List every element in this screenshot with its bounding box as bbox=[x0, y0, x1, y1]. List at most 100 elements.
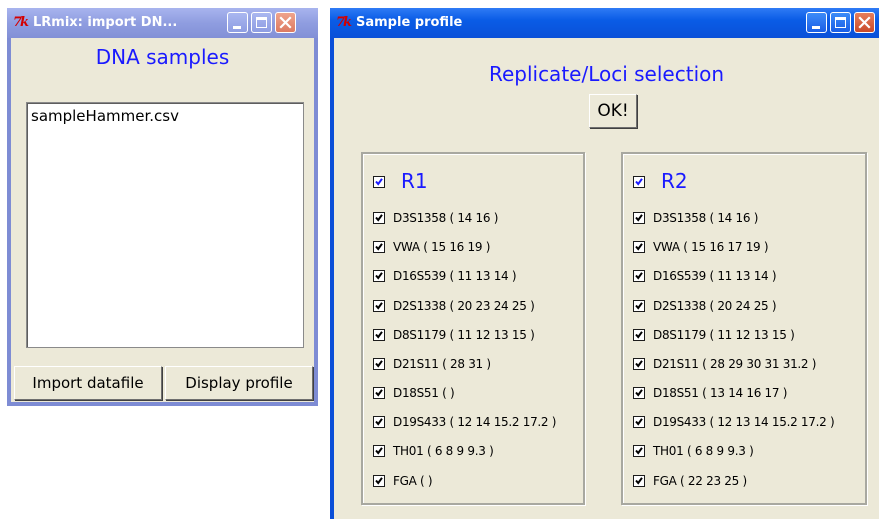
checkmark-icon bbox=[375, 447, 383, 455]
locus-checkbox[interactable] bbox=[373, 416, 385, 428]
checkmark-icon bbox=[635, 272, 643, 280]
replicate-label-r1: R1 bbox=[401, 169, 428, 193]
checkmark-icon bbox=[375, 243, 383, 251]
locus-row[interactable]: D16S539 ( 11 13 14 ) bbox=[373, 267, 578, 285]
locus-row[interactable]: D8S1179 ( 11 12 13 15 ) bbox=[633, 326, 861, 344]
replicate-group-r1: R1 D3S1358 ( 14 16 ) VWA ( 15 16 19 ) D1… bbox=[361, 152, 585, 505]
locus-row[interactable]: D2S1338 ( 20 23 24 25 ) bbox=[373, 297, 578, 315]
locus-row[interactable]: FGA ( ) bbox=[373, 472, 578, 490]
locus-row[interactable]: D3S1358 ( 14 16 ) bbox=[633, 209, 861, 227]
close-button[interactable] bbox=[854, 12, 875, 33]
locus-checkbox[interactable] bbox=[373, 329, 385, 341]
checkmark-icon bbox=[375, 418, 383, 426]
sample-profile-titlebar[interactable]: 7k Sample profile bbox=[330, 8, 879, 38]
locus-row[interactable]: D16S539 ( 11 13 14 ) bbox=[633, 267, 861, 285]
locus-row[interactable]: VWA ( 15 16 17 19 ) bbox=[633, 238, 861, 256]
locus-checkbox[interactable] bbox=[633, 270, 645, 282]
locus-checkbox[interactable] bbox=[373, 358, 385, 370]
minimize-icon bbox=[233, 26, 241, 29]
maximize-button[interactable] bbox=[830, 12, 851, 33]
locus-row[interactable]: D3S1358 ( 14 16 ) bbox=[373, 209, 578, 227]
display-profile-button[interactable]: Display profile bbox=[165, 366, 313, 400]
checkmark-icon bbox=[375, 360, 383, 368]
ok-button[interactable]: OK! bbox=[589, 94, 637, 128]
minimize-button[interactable] bbox=[806, 12, 827, 33]
locus-row[interactable]: VWA ( 15 16 19 ) bbox=[373, 238, 578, 256]
locus-checkbox[interactable] bbox=[633, 475, 645, 487]
locus-label: D18S51 ( ) bbox=[393, 386, 455, 400]
locus-checkbox[interactable] bbox=[633, 300, 645, 312]
locus-checkbox[interactable] bbox=[373, 387, 385, 399]
locus-row[interactable]: D21S11 ( 28 29 30 31 31.2 ) bbox=[633, 355, 861, 373]
locus-label: D2S1338 ( 20 23 24 25 ) bbox=[393, 299, 535, 313]
locus-row[interactable]: TH01 ( 6 8 9 9.3 ) bbox=[633, 442, 861, 460]
locus-row[interactable]: TH01 ( 6 8 9 9.3 ) bbox=[373, 442, 578, 460]
checkmark-icon bbox=[375, 477, 383, 485]
locus-checkbox[interactable] bbox=[633, 387, 645, 399]
locus-row[interactable]: D18S51 ( ) bbox=[373, 384, 578, 402]
locus-checkbox[interactable] bbox=[633, 445, 645, 457]
minimize-button[interactable] bbox=[227, 12, 248, 33]
checkmark-icon bbox=[635, 302, 643, 310]
close-icon bbox=[279, 16, 292, 29]
checkmark-icon bbox=[375, 214, 383, 222]
checkmark-icon bbox=[635, 447, 643, 455]
minimize-icon bbox=[812, 26, 820, 29]
dna-samples-heading: DNA samples bbox=[95, 45, 230, 69]
locus-row[interactable]: D21S11 ( 28 31 ) bbox=[373, 355, 578, 373]
list-item[interactable]: sampleHammer.csv bbox=[31, 107, 179, 125]
locus-checkbox[interactable] bbox=[373, 300, 385, 312]
locus-checkbox[interactable] bbox=[633, 241, 645, 253]
tk-feather-icon: 7k bbox=[13, 15, 29, 30]
locus-label: D19S433 ( 12 14 15.2 17.2 ) bbox=[393, 415, 557, 429]
locus-label: D16S539 ( 11 13 14 ) bbox=[653, 269, 777, 283]
locus-checkbox[interactable] bbox=[633, 212, 645, 224]
locus-label: VWA ( 15 16 17 19 ) bbox=[653, 240, 769, 254]
locus-checkbox[interactable] bbox=[373, 475, 385, 487]
locus-label: D21S11 ( 28 31 ) bbox=[393, 357, 491, 371]
locus-checkbox[interactable] bbox=[633, 416, 645, 428]
checkmark-icon bbox=[635, 360, 643, 368]
locus-row[interactable]: D19S433 ( 12 14 15.2 17.2 ) bbox=[373, 413, 578, 431]
close-icon bbox=[858, 16, 871, 29]
locus-checkbox[interactable] bbox=[373, 270, 385, 282]
checkmark-icon bbox=[635, 214, 643, 222]
locus-row[interactable]: D19S433 ( 12 13 14 15.2 17.2 ) bbox=[633, 413, 861, 431]
locus-label: D18S51 ( 13 14 16 17 ) bbox=[653, 386, 788, 400]
locus-row[interactable]: FGA ( 22 23 25 ) bbox=[633, 472, 861, 490]
locus-checkbox[interactable] bbox=[633, 329, 645, 341]
import-datafile-button[interactable]: Import datafile bbox=[14, 366, 162, 400]
checkmark-icon bbox=[375, 302, 383, 310]
sample-profile-title: Sample profile bbox=[356, 15, 463, 30]
maximize-icon bbox=[256, 17, 267, 28]
close-button[interactable] bbox=[275, 12, 296, 33]
locus-checkbox[interactable] bbox=[373, 241, 385, 253]
locus-checkbox[interactable] bbox=[373, 212, 385, 224]
import-window: 7k LRmix: import DN... DNA samples sampl… bbox=[7, 8, 318, 406]
replicate-checkbox-r2[interactable] bbox=[633, 176, 645, 188]
checkmark-icon bbox=[635, 178, 643, 186]
checkmark-icon bbox=[375, 389, 383, 397]
locus-row[interactable]: D8S1179 ( 11 12 13 15 ) bbox=[373, 326, 578, 344]
replicate-loci-heading: Replicate/Loci selection bbox=[488, 62, 725, 86]
locus-label: D2S1338 ( 20 24 25 ) bbox=[653, 299, 777, 313]
locus-row[interactable]: D2S1338 ( 20 24 25 ) bbox=[633, 297, 861, 315]
locus-checkbox[interactable] bbox=[633, 358, 645, 370]
replicate-checkbox-r1[interactable] bbox=[373, 176, 385, 188]
locus-label: TH01 ( 6 8 9 9.3 ) bbox=[393, 444, 494, 458]
checkmark-icon bbox=[635, 389, 643, 397]
import-window-titlebar[interactable]: 7k LRmix: import DN... bbox=[7, 8, 318, 38]
locus-label: D3S1358 ( 14 16 ) bbox=[393, 211, 499, 225]
replicate-label-r2: R2 bbox=[661, 169, 688, 193]
sample-file-list[interactable]: sampleHammer.csv bbox=[26, 102, 304, 348]
locus-label: D3S1358 ( 14 16 ) bbox=[653, 211, 759, 225]
locus-row[interactable]: D18S51 ( 13 14 16 17 ) bbox=[633, 384, 861, 402]
locus-label: VWA ( 15 16 19 ) bbox=[393, 240, 491, 254]
locus-label: D8S1179 ( 11 12 13 15 ) bbox=[393, 328, 535, 342]
checkmark-icon bbox=[635, 477, 643, 485]
locus-label: D8S1179 ( 11 12 13 15 ) bbox=[653, 328, 795, 342]
checkmark-icon bbox=[635, 243, 643, 251]
locus-checkbox[interactable] bbox=[373, 445, 385, 457]
locus-label: D19S433 ( 12 13 14 15.2 17.2 ) bbox=[653, 415, 835, 429]
maximize-button[interactable] bbox=[251, 12, 272, 33]
